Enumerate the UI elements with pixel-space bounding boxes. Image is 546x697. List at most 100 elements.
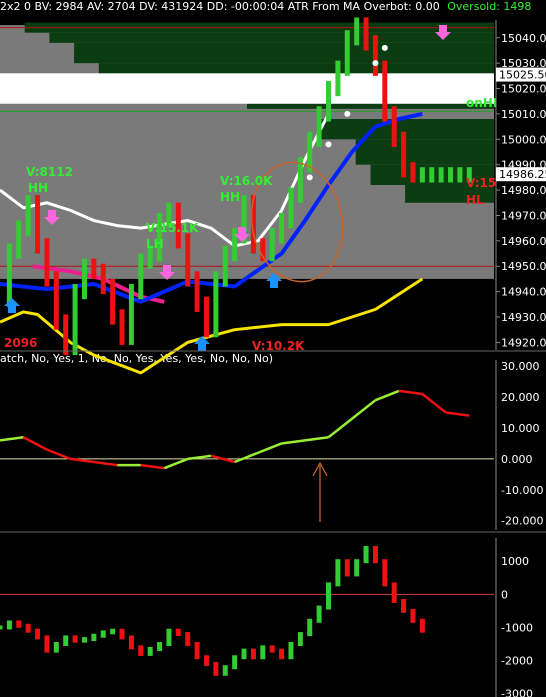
price-bar [81, 258, 87, 300]
delta-bar [269, 645, 275, 653]
delta-bar [288, 642, 294, 660]
delta-bar [138, 645, 144, 656]
price-bar [429, 167, 435, 183]
price-bar [326, 80, 332, 122]
poc-band [0, 73, 494, 104]
price-bar [16, 220, 22, 259]
oscillator-segment [22, 436, 48, 451]
price-bar [335, 60, 341, 97]
price-bar [110, 278, 116, 325]
delta-bar [35, 628, 41, 640]
oscillator-segment [281, 439, 306, 445]
delta-bar [241, 648, 247, 660]
osc-axis-label: 20.000 [501, 391, 540, 404]
delta-bar [203, 655, 209, 666]
annotation-label: V:15.1K [146, 221, 199, 235]
price-axis-label: 15040.00 [501, 32, 546, 45]
delta-bar [410, 608, 416, 623]
delta-axis-label: -1000 [501, 621, 533, 634]
price-bar [194, 271, 200, 312]
price-bar [457, 167, 463, 183]
price-bar [316, 106, 322, 147]
annotation-label: 2096 [4, 336, 37, 350]
delta-bar [44, 635, 50, 653]
delta-bar [0, 625, 3, 630]
oscillator-segment [257, 442, 283, 454]
price-tag-label: 14986.25 [499, 168, 546, 181]
delta-axis-label: -3000 [501, 688, 533, 697]
annotation-label: HH [220, 190, 240, 204]
price-bar [401, 131, 407, 178]
price-axis-label: 14920.00 [501, 336, 546, 349]
delta-bar [6, 620, 12, 630]
price-bar [410, 162, 416, 183]
delta-bar [232, 655, 238, 670]
osc-axis-label: 0.000 [501, 453, 533, 466]
price-bar [128, 284, 134, 345]
delta-bar [63, 635, 69, 646]
price-bar [44, 238, 50, 287]
annotation-label: V:15 [466, 176, 496, 190]
chart-canvas: V:8112HHV:15.1KLHV:16.0KHHV:10.2KV:15HLo… [0, 17, 546, 697]
annotation-label: onHI [466, 96, 497, 110]
price-bar [448, 167, 454, 183]
delta-bar [25, 623, 31, 633]
price-axis-label: 14940.00 [501, 286, 546, 299]
oscillator-segment [304, 436, 329, 442]
delta-bar [81, 637, 87, 643]
delta-bar [110, 628, 116, 635]
signal-dot [325, 141, 332, 148]
delta-bar [335, 559, 341, 587]
annotation-label: LH [146, 237, 164, 251]
hand-drawn-arrow [312, 461, 328, 522]
delta-bar [250, 648, 256, 660]
oscillator-segment [398, 389, 423, 396]
price-bar [138, 253, 144, 300]
delta-bar [279, 648, 285, 660]
annotation-label: HH [28, 181, 48, 195]
delta-bar [326, 582, 332, 610]
delta-bar [372, 545, 378, 564]
annotation-label: V:16.0K [220, 174, 273, 188]
osc-axis-label: 10.000 [501, 422, 540, 435]
osc-axis-label: -20.000 [501, 515, 543, 528]
delta-bar [260, 645, 266, 660]
price-bar [382, 60, 388, 122]
delta-axis-label: 0 [501, 588, 508, 601]
price-axis-label: 14930.00 [501, 311, 546, 324]
delta-bar [91, 633, 97, 642]
delta-bar [307, 618, 313, 637]
price-tag-label: 15025.50 [499, 69, 546, 82]
price-bar [279, 212, 285, 244]
price-bar [25, 195, 31, 236]
oscillator-segment [140, 463, 165, 470]
price-bar [91, 258, 97, 279]
price-bar [232, 228, 238, 262]
delta-bar [119, 628, 125, 640]
price-bar [344, 30, 350, 76]
delta-bar [344, 559, 350, 577]
price-axis-label: 15000.00 [501, 133, 546, 146]
delta-bar [391, 582, 397, 603]
price-axis-label: 15010.00 [501, 108, 546, 121]
delta-axis-label: 1000 [501, 555, 529, 568]
price-axis-label: 14980.00 [501, 184, 546, 197]
delta-bar [297, 632, 303, 646]
price-bar [100, 263, 106, 295]
osc-axis-label: 30.000 [501, 360, 540, 373]
price-bar [363, 17, 369, 51]
oscillator-segment [93, 460, 118, 467]
price-axis-label: 15020.00 [501, 83, 546, 96]
oscillator-segment [445, 411, 470, 417]
annotation-label: HL [466, 193, 484, 207]
oscillator-segment [351, 399, 377, 420]
delta-bar [166, 628, 172, 646]
price-axis-label: 14950.00 [501, 260, 546, 273]
delta-axis-label: -2000 [501, 655, 533, 668]
delta-bar [72, 635, 78, 643]
price-bar [203, 296, 209, 338]
price-bar [288, 187, 294, 229]
price-bar [35, 195, 41, 254]
delta-bar [222, 665, 228, 676]
price-bar [63, 314, 69, 356]
